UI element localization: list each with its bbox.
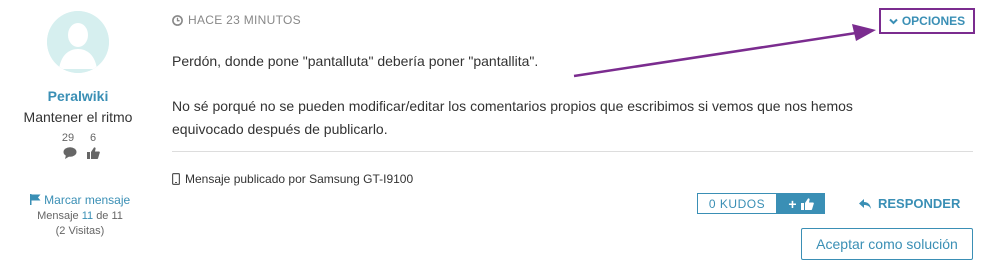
- thumbs-up-icon: [87, 147, 100, 159]
- post-paragraph-2-line-2: equivocado después de publicarlo.: [172, 121, 388, 137]
- reply-arrow-icon: [859, 198, 871, 209]
- reply-label: RESPONDER: [878, 196, 961, 211]
- post-paragraph-1: Perdón, donde pone "pantalluta" debería …: [172, 53, 539, 69]
- thumbs-up-icon: [800, 197, 814, 210]
- posts-count: 29: [61, 132, 75, 144]
- report-message-label: Marcar mensaje: [44, 193, 131, 207]
- author-rank: Mantener el ritmo: [23, 109, 133, 125]
- timestamp-text: HACE 23 MINUTOS: [188, 13, 301, 27]
- author-username[interactable]: Peralwiki: [0, 88, 156, 104]
- author-stats: 29 6: [57, 132, 105, 162]
- post-timestamp: HACE 23 MINUTOS: [172, 13, 301, 27]
- message-number[interactable]: 11: [82, 210, 93, 222]
- accept-label: Aceptar como solución: [816, 236, 958, 252]
- flag-icon: [29, 194, 41, 205]
- give-kudos-button[interactable]: +: [777, 193, 825, 214]
- views-count: (2 Visitas): [55, 225, 105, 237]
- user-silhouette-icon: [47, 11, 109, 73]
- message-index: Mensaje 11 de 11: [0, 210, 160, 222]
- avatar[interactable]: [47, 11, 109, 73]
- clock-icon: [172, 14, 183, 26]
- kudos-count-button[interactable]: 0 KUDOS: [697, 193, 777, 214]
- kudos-received-count: 6: [89, 132, 97, 144]
- divider: [172, 151, 973, 152]
- device-info: Mensaje publicado por Samsung GT-I9100: [172, 172, 413, 186]
- report-message-link[interactable]: Marcar mensaje: [0, 193, 160, 207]
- options-label: OPCIONES: [901, 14, 966, 28]
- chevron-down-icon: [889, 18, 898, 24]
- message-label: Mensaje: [37, 210, 79, 222]
- options-menu-button[interactable]: OPCIONES: [879, 8, 975, 34]
- mobile-phone-icon: [172, 173, 180, 185]
- message-of: de: [96, 210, 109, 222]
- device-text: Mensaje publicado por Samsung GT-I9100: [185, 172, 414, 186]
- kudos-count-label: 0 KUDOS: [708, 196, 766, 211]
- post-paragraph-2-line-1: No sé porqué no se pueden modificar/edit…: [172, 98, 853, 114]
- reply-button[interactable]: RESPONDER: [858, 196, 960, 211]
- accept-as-solution-button[interactable]: Aceptar como solución: [801, 228, 973, 260]
- comment-icon: [63, 147, 77, 159]
- message-total: 11: [111, 210, 123, 222]
- plus-icon: +: [788, 195, 797, 212]
